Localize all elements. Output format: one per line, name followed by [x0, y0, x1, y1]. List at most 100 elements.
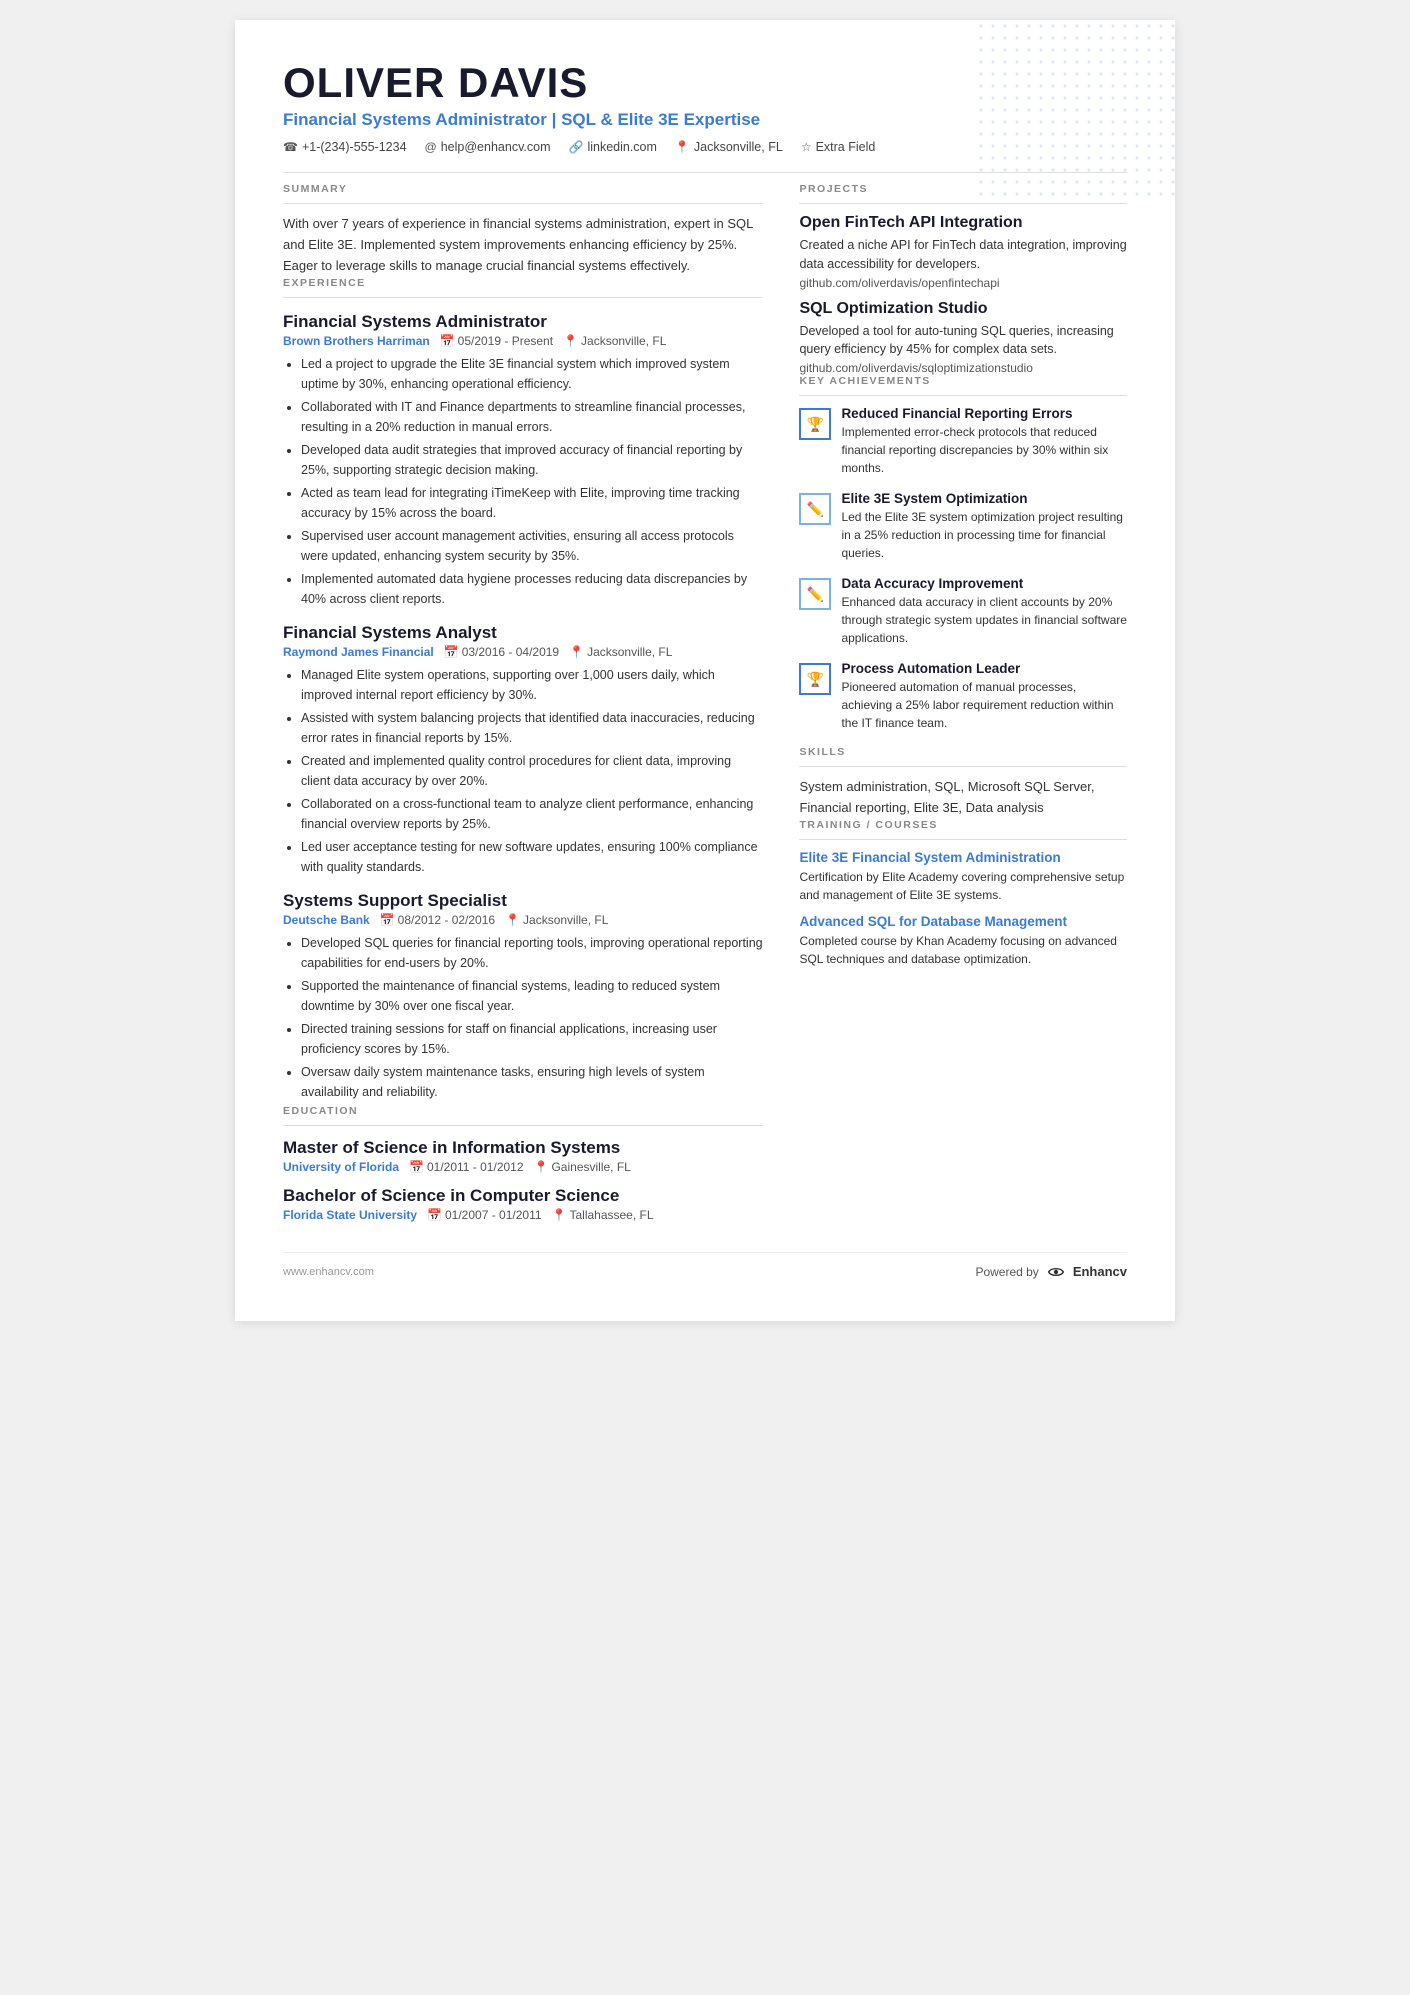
edu-meta-1: University of Florida 📅 01/2011 - 01/201… — [283, 1160, 763, 1174]
phone-contact: ☎ +1-(234)-555-1234 — [283, 140, 407, 154]
achievement-content-4: Process Automation Leader Pioneered auto… — [841, 661, 1127, 732]
achievement-title-3: Data Accuracy Improvement — [841, 576, 1127, 591]
degree-2: Bachelor of Science in Computer Science — [283, 1186, 763, 1206]
skills-divider — [799, 766, 1127, 767]
job-meta-3: Deutsche Bank 📅 08/2012 - 02/2016 📍 Jack… — [283, 913, 763, 927]
bullet-3-4: Oversaw daily system maintenance tasks, … — [301, 1062, 763, 1102]
company-2: Raymond James Financial — [283, 645, 434, 659]
achievement-4: 🏆 Process Automation Leader Pioneered au… — [799, 661, 1127, 732]
edu-loc-2: 📍 Tallahassee, FL — [552, 1208, 654, 1222]
job-bullets-2: Managed Elite system operations, support… — [283, 665, 763, 877]
candidate-title: Financial Systems Administrator | SQL & … — [283, 110, 1127, 130]
experience-section: EXPERIENCE Financial Systems Administrat… — [283, 277, 763, 1102]
achievement-icon-box-2: ✏️ — [799, 493, 831, 525]
header-section: OLIVER DAVIS Financial Systems Administr… — [283, 60, 1127, 154]
job-meta-1: Brown Brothers Harriman 📅 05/2019 - Pres… — [283, 334, 763, 348]
edu-calendar-2: 📅 — [427, 1208, 442, 1222]
candidate-name: OLIVER DAVIS — [283, 60, 1127, 106]
pencil-icon-1: ✏️ — [807, 501, 824, 518]
main-content: SUMMARY With over 7 years of experience … — [283, 183, 1127, 1221]
education-section: EDUCATION Master of Science in Informati… — [283, 1105, 763, 1222]
projects-divider — [799, 203, 1127, 204]
bullet-2-2: Assisted with system balancing projects … — [301, 708, 763, 748]
footer-website: www.enhancv.com — [283, 1266, 374, 1278]
education-label: EDUCATION — [283, 1105, 763, 1117]
achievements-label: KEY ACHIEVEMENTS — [799, 375, 1127, 387]
summary-label: SUMMARY — [283, 183, 763, 195]
project-title-1: Open FinTech API Integration — [799, 214, 1127, 232]
location-contact: 📍 Jacksonville, FL — [675, 140, 783, 154]
bullet-3-2: Supported the maintenance of financial s… — [301, 976, 763, 1016]
bullet-1-3: Developed data audit strategies that imp… — [301, 440, 763, 480]
bullet-3-1: Developed SQL queries for financial repo… — [301, 933, 763, 973]
job-title-3: Systems Support Specialist — [283, 891, 763, 911]
achievement-desc-4: Pioneered automation of manual processes… — [841, 678, 1127, 732]
achievements-divider — [799, 395, 1127, 396]
trophy-icon-2: 🏆 — [807, 671, 824, 688]
contact-row: ☎ +1-(234)-555-1234 @ help@enhancv.com 🔗… — [283, 140, 1127, 154]
training-section: TRAINING / COURSES Elite 3E Financial Sy… — [799, 819, 1127, 968]
achievement-desc-1: Implemented error-check protocols that r… — [841, 423, 1127, 477]
dates-2: 📅 03/2016 - 04/2019 — [444, 645, 559, 659]
trophy-icon-1: 🏆 — [807, 416, 824, 433]
summary-section: SUMMARY With over 7 years of experience … — [283, 183, 763, 276]
training-label: TRAINING / COURSES — [799, 819, 1127, 831]
edu-loc-1: 📍 Gainesville, FL — [534, 1160, 631, 1174]
loc-icon-2: 📍 — [569, 645, 584, 659]
calendar-icon-1: 📅 — [440, 334, 455, 348]
star-icon: ☆ — [801, 140, 812, 154]
footer-brand: Powered by Enhancv — [975, 1263, 1127, 1281]
summary-text: With over 7 years of experience in finan… — [283, 214, 763, 276]
company-3: Deutsche Bank — [283, 913, 370, 927]
achievement-title-1: Reduced Financial Reporting Errors — [841, 406, 1127, 421]
location-3: 📍 Jacksonville, FL — [505, 913, 608, 927]
experience-divider — [283, 297, 763, 298]
edu-loc-icon-2: 📍 — [552, 1208, 567, 1222]
extra-text: Extra Field — [816, 140, 876, 154]
job-meta-2: Raymond James Financial 📅 03/2016 - 04/2… — [283, 645, 763, 659]
left-column: SUMMARY With over 7 years of experience … — [283, 183, 763, 1221]
powered-by-text: Powered by — [975, 1265, 1038, 1279]
achievement-icon-box-1: 🏆 — [799, 408, 831, 440]
achievement-content-1: Reduced Financial Reporting Errors Imple… — [841, 406, 1127, 477]
email-contact: @ help@enhancv.com — [425, 140, 551, 154]
achievement-1: 🏆 Reduced Financial Reporting Errors Imp… — [799, 406, 1127, 477]
bullet-1-5: Supervised user account management activ… — [301, 526, 763, 566]
footer: www.enhancv.com Powered by Enhancv — [283, 1252, 1127, 1281]
achievement-content-3: Data Accuracy Improvement Enhanced data … — [841, 576, 1127, 647]
phone-icon: ☎ — [283, 140, 298, 154]
project-desc-1: Created a niche API for FinTech data int… — [799, 236, 1127, 274]
location-1: 📍 Jacksonville, FL — [563, 334, 666, 348]
location-2: 📍 Jacksonville, FL — [569, 645, 672, 659]
edu-dates-2: 📅 01/2007 - 01/2011 — [427, 1208, 541, 1222]
bullet-2-5: Led user acceptance testing for new soft… — [301, 837, 763, 877]
school-1: University of Florida — [283, 1160, 399, 1174]
school-2: Florida State University — [283, 1208, 417, 1222]
linkedin-text: linkedin.com — [587, 140, 656, 154]
bullet-1-6: Implemented automated data hygiene proce… — [301, 569, 763, 609]
bullet-1-4: Acted as team lead for integrating iTime… — [301, 483, 763, 523]
email-icon: @ — [425, 140, 437, 154]
training-desc-1: Certification by Elite Academy covering … — [799, 868, 1127, 904]
bullet-1-1: Led a project to upgrade the Elite 3E fi… — [301, 354, 763, 394]
edu-loc-icon-1: 📍 — [534, 1160, 549, 1174]
resume-container: OLIVER DAVIS Financial Systems Administr… — [235, 20, 1175, 1321]
phone-text: +1-(234)-555-1234 — [302, 140, 407, 154]
project-link-1: github.com/oliverdavis/openfintechapi — [799, 276, 1127, 290]
job-title-1: Financial Systems Administrator — [283, 312, 763, 332]
skills-label: SKILLS — [799, 746, 1127, 758]
company-1: Brown Brothers Harriman — [283, 334, 430, 348]
extra-contact: ☆ Extra Field — [801, 140, 876, 154]
project-title-2: SQL Optimization Studio — [799, 300, 1127, 318]
link-icon: 🔗 — [568, 140, 583, 154]
training-divider — [799, 839, 1127, 840]
location-text: Jacksonville, FL — [694, 140, 783, 154]
skills-section: SKILLS System administration, SQL, Micro… — [799, 746, 1127, 819]
achievement-2: ✏️ Elite 3E System Optimization Led the … — [799, 491, 1127, 562]
bullet-2-3: Created and implemented quality control … — [301, 751, 763, 791]
bullet-1-2: Collaborated with IT and Finance departm… — [301, 397, 763, 437]
bullet-3-3: Directed training sessions for staff on … — [301, 1019, 763, 1059]
bullet-2-4: Collaborated on a cross-functional team … — [301, 794, 763, 834]
degree-1: Master of Science in Information Systems — [283, 1138, 763, 1158]
loc-icon-3: 📍 — [505, 913, 520, 927]
